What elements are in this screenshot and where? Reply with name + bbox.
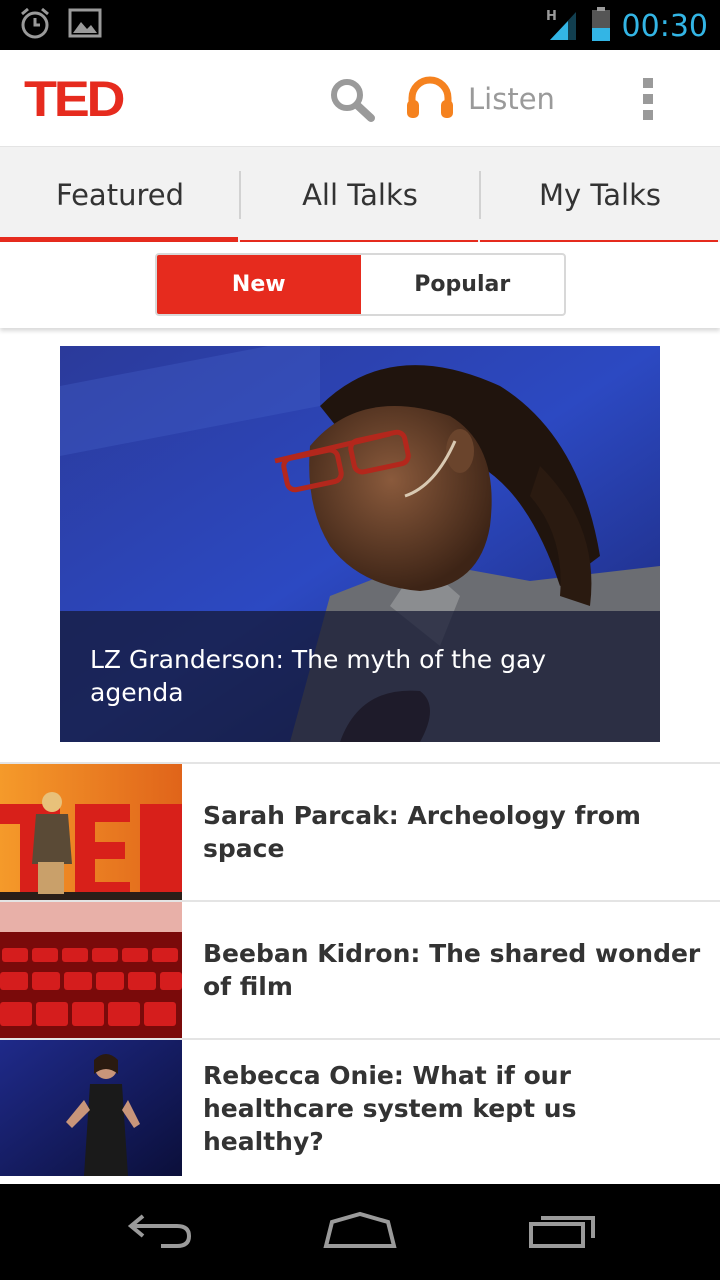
new-toggle-button[interactable]: New bbox=[157, 255, 361, 314]
home-button[interactable] bbox=[315, 1208, 405, 1256]
home-icon bbox=[322, 1210, 398, 1255]
app-bar: TED Listen bbox=[0, 50, 720, 146]
sort-toggle-area: New Popular bbox=[0, 242, 720, 328]
talk-list: Sarah Parcak: Archeology from space Beeb… bbox=[0, 762, 720, 1176]
tab-label: My Talks bbox=[538, 178, 662, 212]
overflow-dot-icon bbox=[643, 78, 653, 88]
alarm-icon bbox=[18, 6, 52, 45]
status-bar: H 00:30 bbox=[0, 0, 720, 50]
tab-my-talks[interactable]: My Talks bbox=[480, 147, 720, 243]
recent-apps-button[interactable] bbox=[518, 1208, 608, 1256]
popular-toggle-button[interactable]: Popular bbox=[361, 255, 565, 314]
status-notifications bbox=[18, 6, 102, 45]
featured-talk-caption: LZ Granderson: The myth of the gay agend… bbox=[60, 611, 660, 742]
sort-segmented-control: New Popular bbox=[155, 253, 566, 316]
overflow-menu-button[interactable] bbox=[636, 78, 660, 120]
talk-title: Sarah Parcak: Archeology from space bbox=[203, 801, 641, 863]
back-icon bbox=[125, 1210, 195, 1255]
back-button[interactable] bbox=[115, 1208, 205, 1256]
talk-list-item[interactable]: Beeban Kidron: The shared wonder of film bbox=[0, 900, 720, 1038]
tab-all-talks[interactable]: All Talks bbox=[240, 147, 481, 243]
overflow-dot-icon bbox=[643, 110, 653, 120]
talk-list-item[interactable]: Rebecca Onie: What if our healthcare sys… bbox=[0, 1038, 720, 1176]
battery-icon bbox=[590, 6, 612, 47]
tab-label: All Talks bbox=[302, 178, 418, 212]
status-system-icons: H 00:30 bbox=[546, 6, 708, 47]
talk-title: Beeban Kidron: The shared wonder of film bbox=[203, 939, 701, 1001]
tab-label: Featured bbox=[56, 178, 184, 212]
overflow-dot-icon bbox=[643, 94, 653, 104]
listen-button[interactable]: Listen bbox=[404, 72, 555, 126]
featured-talk-card[interactable]: LZ Granderson: The myth of the gay agend… bbox=[60, 346, 660, 742]
search-button[interactable] bbox=[326, 76, 378, 122]
listen-label: Listen bbox=[468, 82, 555, 116]
image-notification-icon bbox=[68, 7, 102, 44]
status-time: 00:30 bbox=[621, 8, 708, 44]
system-nav-bar bbox=[0, 1184, 720, 1280]
network-type-label: H bbox=[546, 9, 557, 24]
talk-thumbnail bbox=[0, 902, 182, 1038]
signal-icon: H bbox=[546, 6, 580, 47]
headphones-icon bbox=[404, 74, 456, 125]
search-icon bbox=[326, 79, 378, 126]
ted-logo: TED bbox=[24, 71, 126, 127]
tab-featured[interactable]: Featured bbox=[0, 147, 241, 243]
tab-bar: Featured All Talks My Talks bbox=[0, 146, 720, 243]
talk-thumbnail bbox=[0, 764, 182, 900]
talk-title: Rebecca Onie: What if our healthcare sys… bbox=[203, 1060, 577, 1156]
recent-apps-icon bbox=[527, 1210, 599, 1255]
talk-list-item[interactable]: Sarah Parcak: Archeology from space bbox=[0, 762, 720, 900]
talk-thumbnail bbox=[0, 1040, 182, 1176]
featured-talk-title: LZ Granderson: The myth of the gay agend… bbox=[90, 645, 547, 707]
